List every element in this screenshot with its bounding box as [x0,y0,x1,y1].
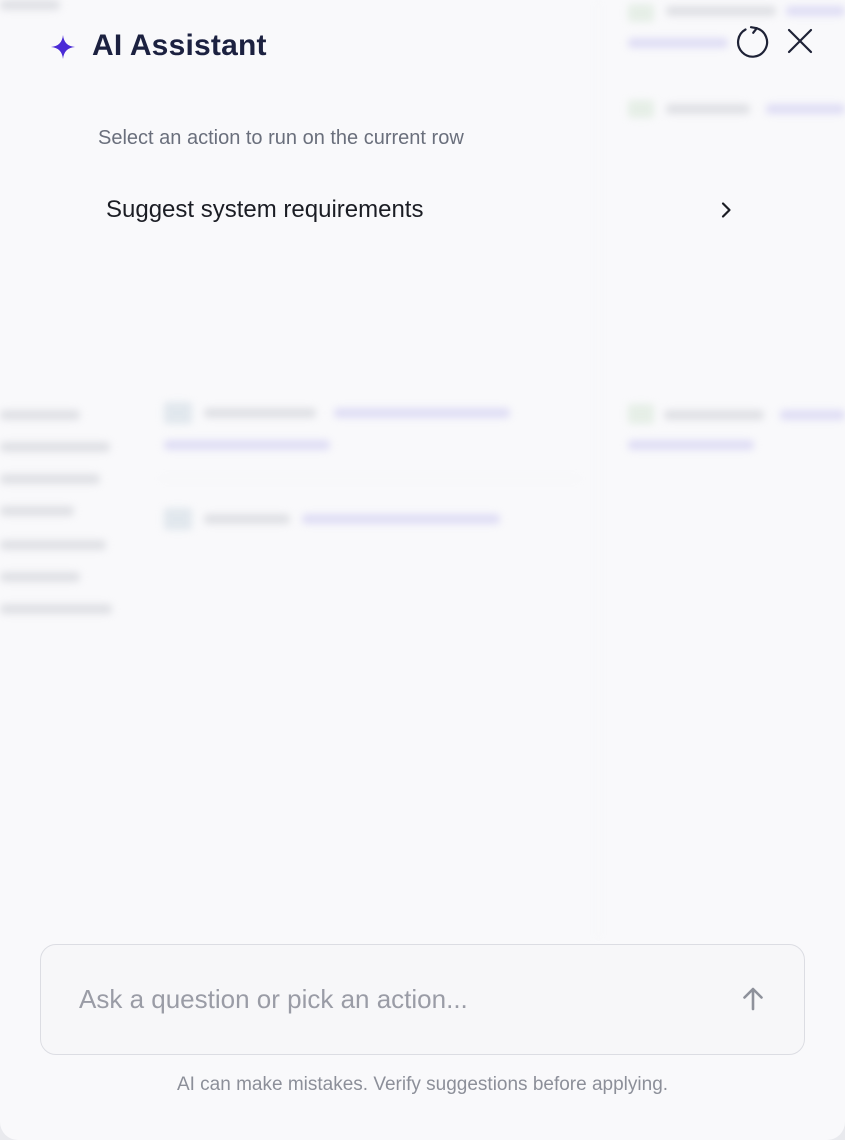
refresh-button[interactable] [734,25,770,64]
chevron-right-icon [714,198,738,222]
sparkle-icon [50,34,76,60]
send-button[interactable] [735,983,771,1019]
action-prompt-text: Select an action to run on the current r… [98,127,464,149]
panel-header: AI Assistant [0,0,845,90]
ai-disclaimer: AI can make mistakes. Verify suggestions… [176,1074,669,1095]
refresh-icon [735,25,769,64]
action-label: Suggest system requirements [106,196,424,223]
arrow-up-icon [739,985,767,1018]
action-suggest-system-requirements[interactable]: Suggest system requirements [92,184,752,236]
close-button[interactable] [782,25,818,61]
panel-title: AI Assistant [92,29,267,62]
ai-assistant-panel: AI Assistant Select an action to run on … [0,0,845,1140]
chat-input[interactable] [79,979,719,1019]
close-icon [785,26,815,61]
chat-composer [40,944,805,1055]
